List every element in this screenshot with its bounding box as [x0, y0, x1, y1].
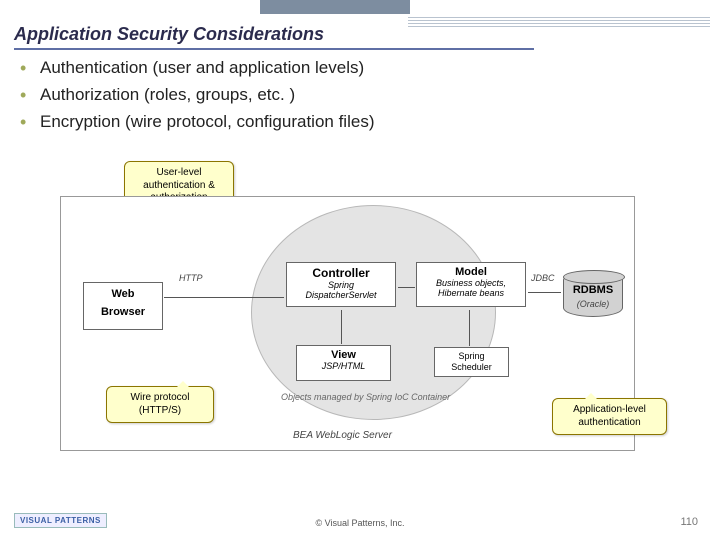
callout-wire-protocol: Wire protocol (HTTP/S): [106, 386, 214, 423]
heading: Controller: [312, 266, 369, 280]
sub: DispatcherServlet: [291, 290, 391, 300]
slide-title: Application Security Considerations: [14, 24, 534, 50]
page-number: 110: [680, 516, 698, 528]
db-heading: RDBMS: [564, 284, 622, 296]
database-cylinder: RDBMS (Oracle): [563, 271, 623, 323]
sub: Business objects,: [421, 278, 521, 288]
footer-copyright: © Visual Patterns, Inc.: [0, 518, 720, 528]
db-sub: (Oracle): [564, 299, 622, 309]
line-model-sched: [469, 310, 470, 346]
ioc-caption: Objects managed by Spring IoC Container: [281, 392, 450, 402]
bullet-item: Authorization (roles, groups, etc. ): [20, 85, 374, 105]
header-accent: [260, 0, 410, 14]
container-circle: [251, 205, 496, 420]
heading: View: [331, 349, 356, 361]
arrow-http: [164, 297, 284, 298]
sub: Spring: [291, 280, 391, 290]
callout-app-auth: Application-level authentication: [552, 398, 667, 435]
sub: JSP/HTML: [301, 361, 386, 371]
http-label: HTTP: [179, 273, 203, 283]
bullet-item: Authentication (user and application lev…: [20, 58, 374, 78]
label: Scheduler: [451, 362, 492, 372]
web-browser-box: Web Browser: [83, 282, 163, 330]
label: Browser: [101, 306, 145, 318]
line-ctrl-model: [398, 287, 415, 288]
arrow-jdbc: [528, 292, 561, 293]
view-box: View JSP/HTML: [296, 345, 391, 381]
label: Spring: [458, 351, 484, 361]
scheduler-box: Spring Scheduler: [434, 347, 509, 377]
bullet-item: Encryption (wire protocol, configuration…: [20, 112, 374, 132]
model-box: Model Business objects, Hibernate beans: [416, 262, 526, 307]
heading: Model: [455, 266, 487, 278]
line-ctrl-view: [341, 310, 342, 344]
server-caption: BEA WebLogic Server: [293, 430, 392, 441]
label: Web: [111, 288, 134, 300]
jdbc-label: JDBC: [531, 273, 555, 283]
sub: Hibernate beans: [421, 288, 521, 298]
bullet-list: Authentication (user and application lev…: [20, 58, 374, 139]
controller-box: Controller Spring DispatcherServlet: [286, 262, 396, 307]
